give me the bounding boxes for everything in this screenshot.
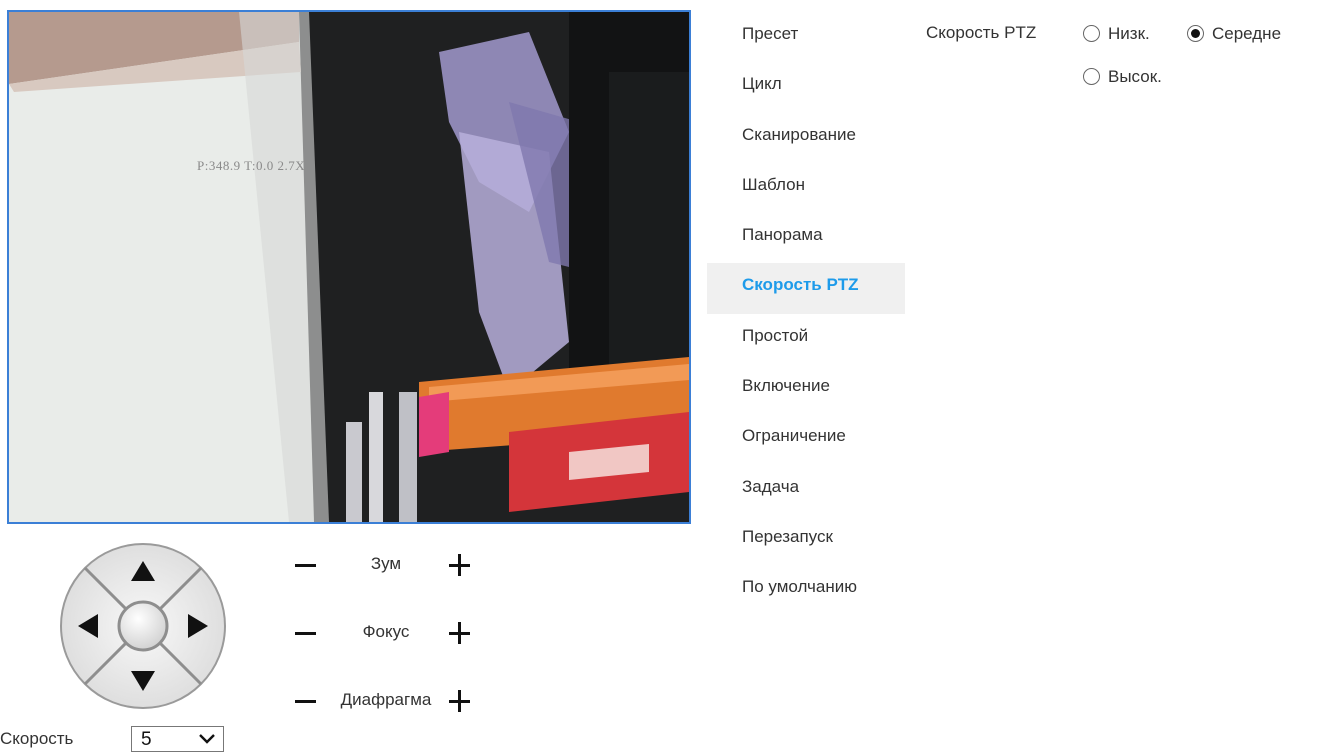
menu-item-default[interactable]: По умолчанию — [707, 565, 905, 615]
iris-plus-button[interactable] — [446, 687, 474, 715]
menu-item-ptz-speed[interactable]: Скорость PTZ — [707, 263, 905, 314]
radio-circle — [1083, 68, 1100, 85]
video-preview[interactable]: P:348.9 T:0.0 2.7X — [7, 10, 691, 524]
menu-item-preset[interactable]: Пресет — [707, 12, 905, 62]
zoom-label: Зум — [370, 554, 402, 573]
iris-label: Диафрагма — [340, 690, 432, 709]
menu-item-limit[interactable]: Ограничение — [707, 414, 905, 464]
osd-overlay: P:348.9 T:0.0 2.7X — [197, 158, 306, 173]
menu-item-pattern[interactable]: Шаблон — [707, 163, 905, 213]
menu-item-power-on[interactable]: Включение — [707, 364, 905, 414]
menu-item-panorama[interactable]: Панорама — [707, 213, 905, 263]
menu-item-task[interactable]: Задача — [707, 465, 905, 515]
menu-item-scan[interactable]: Сканирование — [707, 113, 905, 163]
radio-speed-high[interactable]: Высок. — [1083, 66, 1193, 88]
iris-minus-button[interactable] — [292, 687, 320, 715]
iris-control: Диафрагма — [292, 687, 482, 717]
radio-label: Низк. — [1108, 24, 1150, 43]
speed-select[interactable]: 5 — [131, 726, 224, 752]
radio-label: Середне — [1212, 24, 1282, 43]
radio-selected-dot — [1190, 28, 1200, 38]
ptz-settings-menu: Пресет Цикл Сканирование Шаблон Панорама… — [707, 12, 905, 616]
zoom-out-button[interactable] — [292, 551, 320, 579]
speed-label: Скорость — [0, 729, 74, 748]
radio-speed-medium[interactable]: Середне — [1187, 23, 1317, 45]
zoom-in-button[interactable] — [446, 551, 474, 579]
radio-label: Высок. — [1108, 67, 1162, 86]
focus-label: Фокус — [362, 622, 410, 641]
camera-image — [9, 12, 689, 522]
zoom-control: Зум — [292, 551, 482, 581]
menu-item-restart[interactable]: Перезапуск — [707, 515, 905, 565]
focus-minus-button[interactable] — [292, 619, 320, 647]
menu-item-cycle[interactable]: Цикл — [707, 62, 905, 112]
chevron-down-icon — [199, 734, 215, 744]
focus-plus-button[interactable] — [446, 619, 474, 647]
radio-speed-low[interactable]: Низк. — [1083, 23, 1183, 45]
ptz-direction-pad[interactable] — [58, 541, 228, 711]
ptz-speed-title: Скорость PTZ — [926, 23, 1037, 42]
radio-circle — [1083, 25, 1100, 42]
ptz-center-button[interactable] — [117, 600, 169, 652]
speed-value: 5 — [141, 729, 152, 750]
radio-circle — [1187, 25, 1204, 42]
focus-control: Фокус — [292, 619, 482, 649]
menu-item-idle[interactable]: Простой — [707, 314, 905, 364]
